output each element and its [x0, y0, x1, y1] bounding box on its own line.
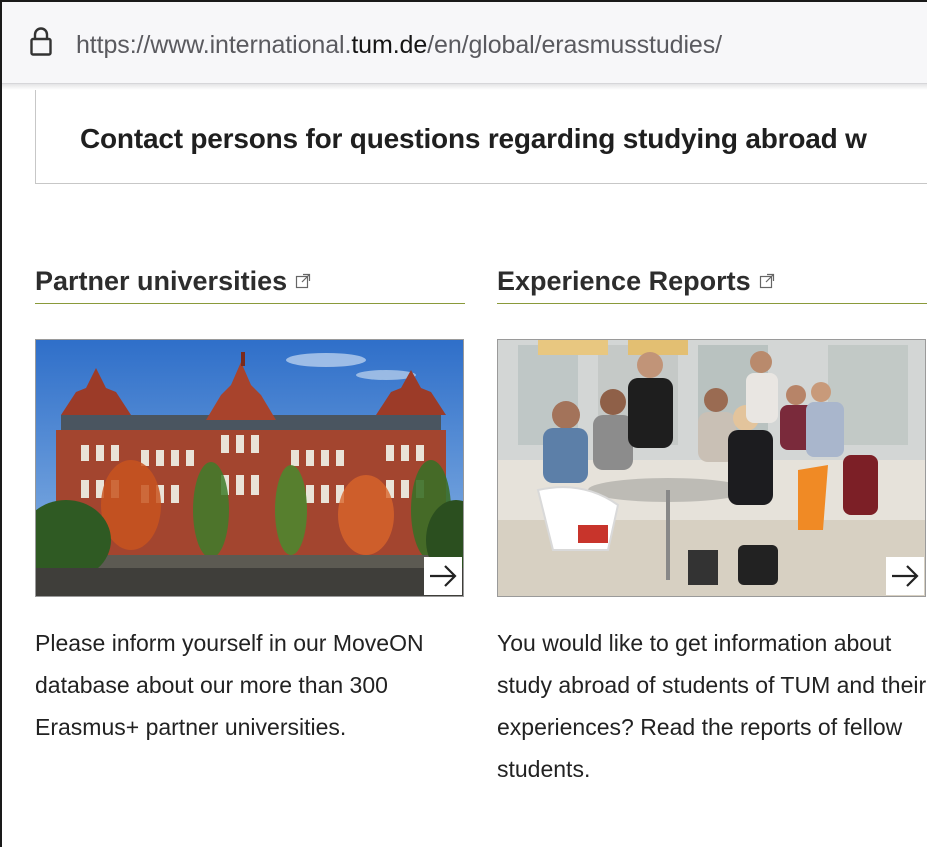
address-bar[interactable]: https://www.international.tum.de/en/glob…	[2, 2, 927, 84]
external-link-icon	[759, 273, 774, 288]
card-arrow-button[interactable]	[886, 557, 924, 595]
contact-heading: Contact persons for questions regarding …	[80, 123, 867, 154]
experience-reports-link[interactable]: Experience Reports	[497, 266, 775, 297]
arrow-right-icon	[430, 565, 457, 587]
arrow-right-icon	[892, 565, 919, 587]
browser-window: https://www.international.tum.de/en/glob…	[0, 0, 927, 847]
partner-universities-link[interactable]: Partner universities	[35, 266, 311, 297]
card-title-row: Experience Reports	[497, 264, 927, 304]
card-experience-reports: Experience Reports You would like to get…	[497, 264, 927, 782]
card-description: Please inform yourself in our MoveON dat…	[35, 630, 424, 740]
card-description: You would like to get information about …	[497, 630, 927, 782]
lock-icon[interactable]	[30, 26, 52, 56]
url-text[interactable]: https://www.international.tum.de/en/glob…	[76, 30, 722, 60]
card-title-row: Partner universities	[35, 264, 465, 304]
contact-persons-accordion[interactable]: Contact persons for questions regarding …	[35, 90, 927, 184]
students-illustration	[498, 340, 925, 596]
university-building-illustration	[36, 340, 463, 596]
card-arrow-button[interactable]	[424, 557, 462, 595]
external-link-icon	[296, 273, 311, 288]
university-building-image[interactable]	[35, 339, 464, 597]
students-group-image[interactable]	[497, 339, 926, 597]
card-partner-universities: Partner universities Please inform yours…	[35, 264, 465, 740]
url-host: tum.de	[351, 31, 428, 59]
